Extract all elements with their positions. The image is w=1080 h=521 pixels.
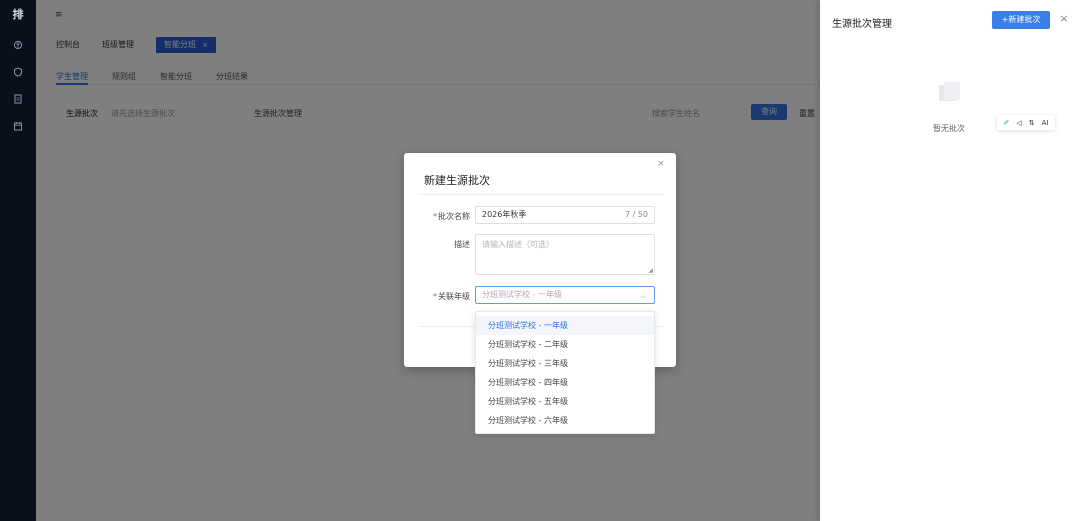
batch-drawer: 生源批次管理 +新建批次 × 暂无批次 ✐ ◁ ⇅ AI [820,0,1080,521]
grade-option[interactable]: 分班测试学校 - 三年级 [476,354,654,373]
name-label: *批次名称 [410,211,470,222]
chevron-up-icon: ︿ [640,291,647,299]
empty-text: 暂无批次 [933,124,965,133]
dialog-title: 新建生源批次 [424,174,490,187]
grade-option[interactable]: 分班测试学校 - 六年级 [476,411,654,430]
grade-select[interactable]: 分班测试学校 - 一年级 ︿ [475,286,655,304]
description-textarea[interactable]: 请输入描述（可选） ◢ [475,234,655,275]
grade-label-text: 关联年级 [438,292,470,301]
batch-name-value: 2026年秋季 [482,210,527,219]
name-label-text: 批次名称 [438,212,470,221]
resize-handle-icon[interactable]: ◢ [648,267,653,274]
char-count: 7 / 50 [624,210,648,219]
ai-toolbar: ✐ ◁ ⇅ AI [997,115,1055,130]
send-icon[interactable]: ◁ [1016,119,1021,127]
left-nav: 排 [0,0,36,521]
grade-option[interactable]: 分班测试学校 - 二年级 [476,335,654,354]
required-mark: * [433,292,437,301]
batch-name-input[interactable]: 2026年秋季 7 / 50 [475,206,655,224]
drawer-title: 生源批次管理 [832,19,892,30]
required-mark: * [433,212,437,221]
grade-option[interactable]: 分班测试学校 - 四年级 [476,373,654,392]
app-logo: 排 [12,8,24,21]
grade-option[interactable]: 分班测试学校 - 一年级 [476,316,654,335]
ai-icon[interactable]: AI [1042,119,1049,127]
shield-icon[interactable] [12,66,24,78]
grade-option[interactable]: 分班测试学校 - 五年级 [476,392,654,411]
document-icon[interactable] [12,93,24,105]
divider [418,194,664,195]
new-batch-button[interactable]: +新建批次 [992,11,1050,29]
desc-label: 描述 [454,240,470,249]
grade-dropdown: 分班测试学校 - 一年级 分班测试学校 - 二年级 分班测试学校 - 三年级 分… [475,311,655,434]
edit-icon[interactable]: ✐ [1004,119,1010,127]
grade-label: *关联年级 [410,291,470,302]
drawer-close-icon[interactable]: × [1057,12,1071,26]
grade-select-placeholder: 分班测试学校 - 一年级 [482,290,562,299]
description-placeholder: 请输入描述（可选） [482,240,554,249]
brain-icon[interactable] [12,39,24,51]
translate-icon[interactable]: ⇅ [1029,119,1035,127]
empty-box-icon [936,80,962,106]
dialog-close-icon[interactable]: × [657,159,665,169]
calendar-icon[interactable] [12,120,24,132]
